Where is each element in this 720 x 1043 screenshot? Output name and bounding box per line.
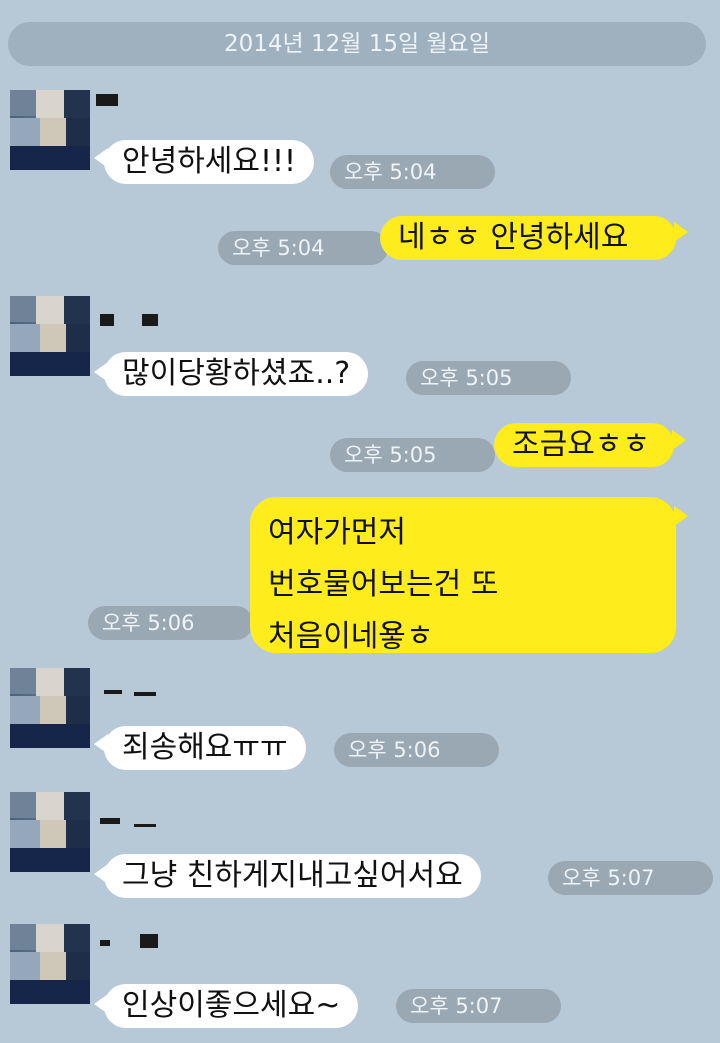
sender-name — [134, 692, 156, 696]
avatar[interactable] — [10, 668, 90, 748]
bubble-tail — [674, 506, 688, 526]
message-time: 오후 5:07 — [548, 861, 713, 895]
sender-name — [100, 314, 114, 326]
message-line: 번호물어보는건 또 — [268, 567, 499, 602]
message-time: 오후 5:06 — [88, 606, 253, 640]
sender-name — [140, 934, 158, 948]
sender-name — [96, 94, 118, 106]
message-bubble-outgoing[interactable]: 네ㅎㅎ 안녕하세요 — [380, 216, 676, 260]
bubble-tail — [674, 222, 688, 242]
message-line: 여자가먼저 — [268, 515, 406, 550]
message-bubble-outgoing[interactable]: 여자가먼저 번호물어보는건 또 처음이네욯ㅎ — [250, 497, 676, 654]
sender-name — [134, 824, 156, 827]
message-time: 오후 5:04 — [330, 155, 495, 189]
sender-name — [100, 818, 120, 824]
date-divider: 2014년 12월 15일 월요일 — [8, 22, 706, 66]
message-bubble-outgoing[interactable]: 조금요ㅎㅎ — [494, 423, 674, 467]
avatar[interactable] — [10, 924, 90, 1004]
avatar[interactable] — [10, 90, 90, 170]
message-time: 오후 5:06 — [334, 733, 499, 767]
avatar[interactable] — [10, 296, 90, 376]
chat-window: 2014년 12월 15일 월요일 안녕하세요!!! 오후 5:04 오후 5:… — [0, 0, 720, 1043]
sender-name — [104, 690, 122, 694]
message-time: 오후 5:07 — [396, 989, 561, 1023]
avatar[interactable] — [10, 792, 90, 872]
message-time: 오후 5:05 — [406, 361, 571, 395]
message-line: 처음이네욯ㅎ — [268, 619, 434, 654]
message-bubble-incoming[interactable]: 많이당황하셨죠..? — [104, 352, 369, 396]
message-bubble-incoming[interactable]: 그냥 친하게지내고싶어서요 — [104, 854, 481, 898]
message-bubble-incoming[interactable]: 죄송해요ㅠㅠ — [104, 726, 306, 770]
message-bubble-incoming[interactable]: 안녕하세요!!! — [104, 140, 315, 184]
message-time: 오후 5:04 — [218, 231, 388, 265]
message-bubble-incoming[interactable]: 인상이좋으세요~ — [104, 984, 359, 1028]
message-time: 오후 5:05 — [330, 438, 495, 472]
sender-name — [100, 940, 110, 946]
bubble-tail — [672, 430, 686, 450]
sender-name — [142, 314, 158, 326]
